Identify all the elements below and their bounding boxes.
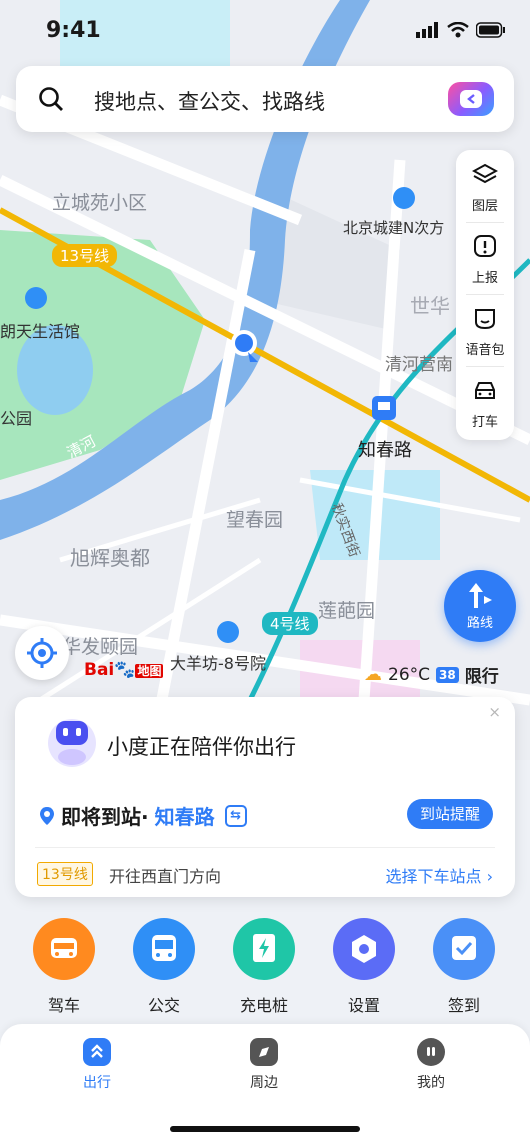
report-icon xyxy=(474,235,496,257)
label-lianbaoyuan: 莲葩园 xyxy=(318,600,376,622)
tool-taxi[interactable]: 打车 xyxy=(456,366,514,438)
tab-label: 周边 xyxy=(250,1075,278,1091)
status-icons xyxy=(416,22,506,38)
label-xuhui: 旭辉奥都 xyxy=(70,546,150,570)
label-huafa: 华发颐园 xyxy=(62,636,139,658)
profile-icon xyxy=(417,1038,445,1066)
tab-nearby[interactable]: 周边 xyxy=(224,1038,304,1092)
line-badge: 13号线 xyxy=(37,862,93,886)
baidu-map-logo: Bai🐾 地图 xyxy=(84,660,164,680)
shortcut-bus[interactable]: 公交 xyxy=(124,918,204,1016)
arrival-prefix: 即将到站· xyxy=(61,805,149,829)
label-beijing-chengjian: 北京城建N次方 xyxy=(343,219,445,237)
checkin-icon xyxy=(433,918,495,980)
tool-label: 打车 xyxy=(471,415,498,430)
voice-pack-icon xyxy=(475,309,495,330)
map-tools-panel: 图层 上报 语音包 打车 xyxy=(456,150,514,440)
direction-text: 开往西直门方向 xyxy=(109,867,222,886)
wifi-icon xyxy=(447,22,469,38)
xianxing-label: 限行 xyxy=(464,667,499,687)
nearby-icon xyxy=(250,1038,278,1066)
route-button-label: 路线 xyxy=(466,616,493,631)
xiaodu-robot-icon xyxy=(43,707,101,771)
status-time: 9:41 xyxy=(46,18,101,43)
status-bar: 9:41 xyxy=(0,0,530,60)
line4-badge: 4号线 xyxy=(262,612,318,635)
ai-assistant-icon[interactable] xyxy=(448,82,494,116)
tab-profile[interactable]: 我的 xyxy=(391,1038,471,1092)
tool-report[interactable]: 上报 xyxy=(456,222,514,294)
home-indicator xyxy=(170,1126,360,1132)
tool-label: 上报 xyxy=(471,271,498,286)
locate-icon xyxy=(27,638,57,668)
tab-label: 我的 xyxy=(417,1075,445,1091)
card-headline: 小度正在陪伴你出行 xyxy=(107,735,296,759)
shortcut-charging[interactable]: 充电桩 xyxy=(224,918,304,1016)
travel-icon xyxy=(83,1038,111,1066)
weather-cloud-icon: ☁ xyxy=(364,664,382,685)
charging-pile-icon xyxy=(233,918,295,980)
divider xyxy=(35,847,495,848)
tab-label: 出行 xyxy=(83,1075,111,1091)
label-shihua: 世华 xyxy=(410,294,450,318)
label-lichengyuan: 立城苑小区 xyxy=(52,192,148,214)
line13-badge: 13号线 xyxy=(52,244,118,267)
xianxing-numbers: 38 xyxy=(436,666,459,683)
locate-button[interactable] xyxy=(15,626,69,680)
bus-icon xyxy=(133,918,195,980)
shortcut-label: 公交 xyxy=(147,996,180,1015)
arrival-reminder-button[interactable]: 到站提醒 xyxy=(406,799,493,829)
quick-actions: 驾车 公交 充电桩 设置 签到 xyxy=(0,918,530,1028)
close-icon[interactable]: × xyxy=(488,703,501,721)
taxi-icon xyxy=(475,382,495,399)
label-wangchunyuan: 望春园 xyxy=(226,509,284,531)
route-arrow-icon xyxy=(469,583,492,608)
tool-label: 图层 xyxy=(471,199,498,214)
weather-widget[interactable]: ☁ 26°C 38 限行 xyxy=(364,662,499,687)
settings-icon xyxy=(333,918,395,980)
layers-icon xyxy=(472,163,498,184)
shortcut-label: 驾车 xyxy=(47,996,80,1015)
switch-stop-icon[interactable]: ⇆ xyxy=(224,804,247,827)
location-pin-icon xyxy=(40,806,54,825)
label-qinghe-ying: 清河营南 xyxy=(385,355,453,375)
car-icon xyxy=(33,918,95,980)
weather-temp: 26°C xyxy=(388,664,431,685)
tool-voice-pack[interactable]: 语音包 xyxy=(456,294,514,366)
battery-icon xyxy=(476,22,505,38)
search-icon xyxy=(39,87,63,111)
shortcut-checkin[interactable]: 签到 xyxy=(424,918,504,1016)
shortcut-settings[interactable]: 设置 xyxy=(324,918,404,1016)
tool-layers[interactable]: 图层 xyxy=(456,150,514,222)
arrival-stop-row: 即将到站· 知春路 ⇆ xyxy=(39,801,247,830)
arrival-stop-name: 知春路 xyxy=(154,805,215,829)
tab-travel[interactable]: 出行 xyxy=(57,1038,137,1092)
choose-alight-stop-link[interactable]: 选择下车站点 › xyxy=(386,863,494,887)
shortcut-drive[interactable]: 驾车 xyxy=(24,918,104,1016)
route-button[interactable]: 路线 xyxy=(444,570,516,642)
signal-icon xyxy=(416,22,438,38)
transit-companion-card: × 小度正在陪伴你出行 即将到站· 知春路 ⇆ 到站提醒 13号线 开往西直门方向… xyxy=(15,697,515,897)
search-bar[interactable]: 搜地点、查公交、找路线 xyxy=(16,66,514,132)
tool-label: 语音包 xyxy=(465,343,505,358)
label-dayangfang: 大羊坊-8号院 xyxy=(170,654,266,673)
label-life-hall: 朗天生活馆 xyxy=(0,322,81,341)
shortcut-label: 签到 xyxy=(447,996,480,1015)
label-park: 公园 xyxy=(0,409,33,428)
shortcut-label: 充电桩 xyxy=(239,996,288,1015)
shortcut-label: 设置 xyxy=(347,996,380,1015)
search-placeholder: 搜地点、查公交、找路线 xyxy=(94,90,325,114)
label-zhichunlu: 知春路 xyxy=(358,440,412,461)
